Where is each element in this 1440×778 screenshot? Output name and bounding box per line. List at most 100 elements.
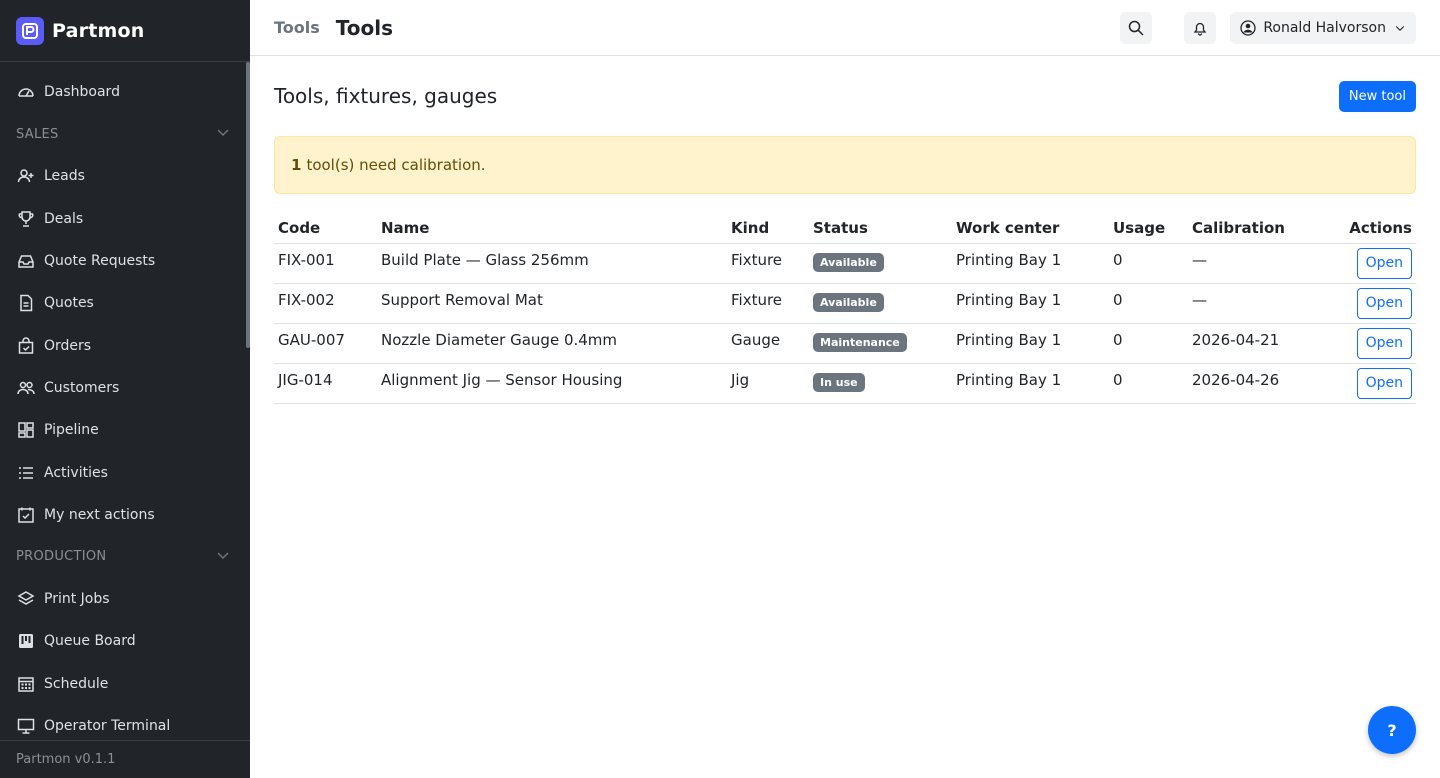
new-tool-button[interactable]: New tool xyxy=(1338,80,1416,112)
sidebar-item-operator-terminal[interactable]: Operator Terminal xyxy=(0,705,250,740)
cell-code: GAU-007 xyxy=(274,323,377,364)
breadcrumb[interactable]: Tools xyxy=(274,18,320,37)
page-header-title: Tools xyxy=(335,15,394,40)
tools-table: Code Name Kind Status Work center Usage … xyxy=(274,213,1416,404)
cell-status: Available xyxy=(809,283,952,324)
sidebar-scrollbar[interactable] xyxy=(246,62,250,348)
bell-icon xyxy=(1194,22,1207,36)
cell-code: FIX-002 xyxy=(274,283,377,324)
table-row: GAU-007 Nozzle Diameter Gauge 0.4mm Gaug… xyxy=(274,323,1416,364)
main-content: Tools, fixtures, gauges New tool 1 tool(… xyxy=(274,56,1416,404)
open-button[interactable]: Open xyxy=(1356,247,1412,279)
calibration-alert: 1 tool(s) need calibration. xyxy=(274,136,1416,194)
open-button[interactable]: Open xyxy=(1356,367,1412,399)
sidebar-item-deals[interactable]: Deals xyxy=(0,198,250,240)
alert-text: tool(s) need calibration. xyxy=(306,156,486,174)
kanban-icon xyxy=(16,420,36,440)
notifications-button[interactable] xyxy=(1184,11,1217,44)
gauge-icon xyxy=(16,82,36,102)
sidebar-item-label: Pipeline xyxy=(44,422,99,439)
sidebar-item-orders[interactable]: Orders xyxy=(0,324,250,366)
cell-code: JIG-014 xyxy=(274,363,377,404)
cell-usage: 0 xyxy=(1109,363,1188,404)
sidebar-item-my-next-actions[interactable]: My next actions xyxy=(0,494,250,536)
column-header-work-center[interactable]: Work center xyxy=(952,213,1109,244)
cell-kind: Jig xyxy=(727,363,809,404)
sidebar-item-label: Quotes xyxy=(44,295,94,312)
cell-actions: Open xyxy=(1322,243,1416,284)
cell-kind: Gauge xyxy=(727,323,809,364)
sidebar-item-label: Dashboard xyxy=(44,84,120,101)
column-header-status[interactable]: Status xyxy=(809,213,952,244)
file-text-icon xyxy=(16,293,36,313)
open-button[interactable]: Open xyxy=(1356,327,1412,359)
sidebar-item-label: Customers xyxy=(44,379,120,396)
sidebar-item-label: Leads xyxy=(44,168,85,185)
column-header-usage[interactable]: Usage xyxy=(1109,213,1188,244)
sidebar-item-label: Print Jobs xyxy=(44,591,110,608)
calendar-grid-icon xyxy=(16,674,36,694)
cell-work-center: Printing Bay 1 xyxy=(952,243,1109,284)
cell-name: Nozzle Diameter Gauge 0.4mm xyxy=(377,323,727,364)
topbar: Tools Tools Ronald Halvorson xyxy=(250,0,1440,56)
sidebar-nav: Dashboard SALES Leads Deals Quote Reques… xyxy=(0,62,250,740)
cell-calibration: 2026-04-26 xyxy=(1188,363,1323,404)
column-header-calibration[interactable]: Calibration xyxy=(1188,213,1323,244)
cell-code: FIX-001 xyxy=(274,243,377,284)
column-header-kind[interactable]: Kind xyxy=(727,213,809,244)
list-icon xyxy=(16,463,36,483)
cell-name: Alignment Jig — Sensor Housing xyxy=(377,363,727,404)
help-button[interactable]: ? xyxy=(1368,706,1416,754)
sidebar-item-print-jobs[interactable]: Print Jobs xyxy=(0,578,250,620)
status-badge: Available xyxy=(813,252,884,272)
section-label: SALES xyxy=(16,126,59,142)
sidebar-item-pipeline[interactable]: Pipeline xyxy=(0,409,250,451)
board-icon xyxy=(16,631,36,651)
page-head: Tools, fixtures, gauges New tool xyxy=(274,56,1416,136)
open-button[interactable]: Open xyxy=(1356,287,1412,319)
cell-usage: 0 xyxy=(1109,283,1188,324)
table-row: FIX-001 Build Plate — Glass 256mm Fixtur… xyxy=(274,243,1416,284)
sidebar-item-queue-board[interactable]: Queue Board xyxy=(0,620,250,662)
cell-name: Support Removal Mat xyxy=(377,283,727,324)
page-title: Tools, fixtures, gauges xyxy=(274,84,498,108)
sidebar-item-schedule[interactable]: Schedule xyxy=(0,663,250,705)
brand-logo-icon xyxy=(16,16,44,45)
people-icon xyxy=(16,378,36,398)
cell-status: Maintenance xyxy=(809,323,952,364)
search-icon xyxy=(1129,20,1144,36)
sidebar-item-leads[interactable]: Leads xyxy=(0,155,250,197)
sidebar-item-quote-requests[interactable]: Quote Requests xyxy=(0,240,250,282)
table-row: JIG-014 Alignment Jig — Sensor Housing J… xyxy=(274,363,1416,404)
search-button[interactable] xyxy=(1120,11,1153,44)
cell-name: Build Plate — Glass 256mm xyxy=(377,243,727,284)
chevron-down-icon xyxy=(216,125,230,143)
app-version: Partmon v0.1.1 xyxy=(0,740,250,778)
cell-usage: 0 xyxy=(1109,323,1188,364)
cell-usage: 0 xyxy=(1109,243,1188,284)
sidebar-item-quotes[interactable]: Quotes xyxy=(0,282,250,324)
trophy-icon xyxy=(16,209,36,229)
cell-actions: Open xyxy=(1322,283,1416,324)
table-row: FIX-002 Support Removal Mat Fixture Avai… xyxy=(274,283,1416,324)
sidebar-item-activities[interactable]: Activities xyxy=(0,451,250,493)
sidebar-section-production[interactable]: PRODUCTION xyxy=(0,536,250,578)
topbar-actions: Ronald Halvorson xyxy=(1088,11,1416,44)
column-header-code[interactable]: Code xyxy=(274,213,377,244)
bag-check-icon xyxy=(16,336,36,356)
status-badge: In use xyxy=(813,372,865,392)
user-menu-button[interactable]: Ronald Halvorson xyxy=(1230,11,1416,44)
cell-calibration: — xyxy=(1188,243,1323,284)
column-header-name[interactable]: Name xyxy=(377,213,727,244)
sidebar-section-sales[interactable]: SALES xyxy=(0,113,250,155)
brand[interactable]: Partmon xyxy=(0,0,250,62)
alert-count: 1 xyxy=(291,156,302,174)
brand-name: Partmon xyxy=(52,19,145,42)
sidebar-item-label: My next actions xyxy=(44,506,155,523)
sidebar-item-dashboard[interactable]: Dashboard xyxy=(0,71,250,113)
sidebar-item-customers[interactable]: Customers xyxy=(0,367,250,409)
sidebar-item-label: Orders xyxy=(44,337,92,354)
cell-calibration: 2026-04-21 xyxy=(1188,323,1323,364)
sidebar-item-label: Quote Requests xyxy=(44,253,156,270)
cell-work-center: Printing Bay 1 xyxy=(952,323,1109,364)
